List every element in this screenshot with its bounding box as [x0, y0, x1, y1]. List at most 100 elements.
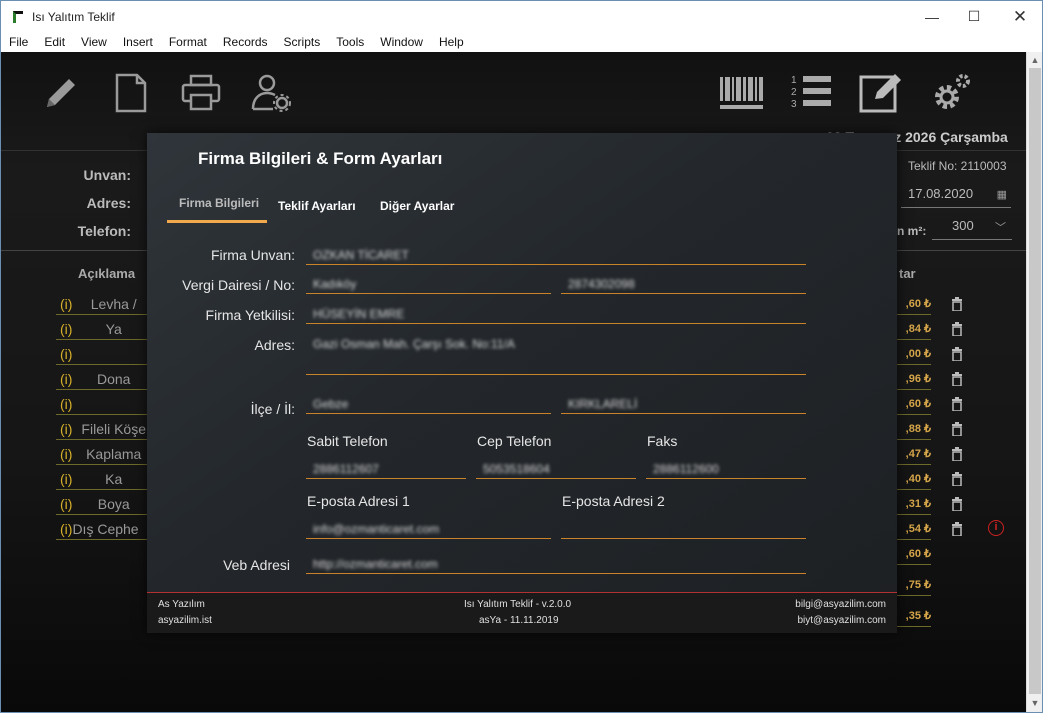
trash-icon[interactable]: [950, 322, 964, 336]
m2-label: n m²:: [897, 224, 927, 238]
info-icon[interactable]: (i): [60, 521, 72, 537]
footer-date: asYa - 11.11.2019: [479, 615, 559, 626]
unvan-input[interactable]: OZKAN TİCARET: [306, 245, 806, 265]
yetkili-input[interactable]: HÜSEYİN EMRE: [306, 304, 806, 324]
printer-icon[interactable]: [171, 60, 231, 126]
col-aciklama: Açıklama: [78, 266, 136, 281]
numbered-list-icon[interactable]: 123: [781, 60, 841, 126]
info-icon[interactable]: (i): [60, 396, 72, 412]
list-item[interactable]: (i) Boya: [56, 493, 151, 515]
faks-label: Faks: [647, 433, 678, 449]
trash-icon[interactable]: [950, 497, 964, 511]
user-settings-icon[interactable]: [241, 60, 301, 126]
list-item[interactable]: (i) Levha /: [56, 293, 151, 315]
svg-text:3: 3: [791, 99, 797, 110]
list-item[interactable]: (i) Dış Cephe: [56, 518, 151, 540]
faks-input[interactable]: 2886112600: [646, 459, 806, 479]
footer-email-2[interactable]: biyt@asyazilim.com: [797, 615, 886, 626]
menu-view[interactable]: View: [73, 35, 115, 49]
eposta2-label: E-posta Adresi 2: [562, 493, 665, 509]
minimize-button[interactable]: —: [909, 1, 955, 32]
footer-website[interactable]: asyazilim.ist: [158, 615, 212, 626]
list-item[interactable]: (i): [56, 343, 151, 365]
eposta1-input[interactable]: info@ozmanticaret.com: [306, 519, 551, 539]
trash-icon[interactable]: [950, 422, 964, 436]
footer-version: Isı Yalıtım Teklif - v.2.0.0: [464, 599, 572, 610]
list-item[interactable]: (i) Kaplama: [56, 443, 151, 465]
cep-telefon-label: Cep Telefon: [477, 433, 552, 449]
web-input[interactable]: http://ozmanticaret.com: [306, 554, 806, 574]
total-cell: ,35 ₺: [891, 605, 931, 627]
date-field[interactable]: 17.08.2020 ▦: [901, 186, 1011, 208]
menu-scripts[interactable]: Scripts: [276, 35, 329, 49]
pencil-icon[interactable]: [31, 60, 91, 126]
menu-tools[interactable]: Tools: [328, 35, 372, 49]
trash-icon[interactable]: [950, 397, 964, 411]
info-icon[interactable]: (i): [60, 371, 72, 387]
price-cell: ,31 ₺: [891, 493, 931, 515]
m2-select[interactable]: 300 ﹀: [932, 218, 1012, 240]
tab-diger-ayarlar[interactable]: Diğer Ayarlar: [380, 199, 454, 213]
document-icon[interactable]: [101, 60, 161, 126]
menu-help[interactable]: Help: [431, 35, 472, 49]
menu-file[interactable]: File: [1, 35, 36, 49]
app-window: Isı Yalıtım Teklif — ☐ ✕ File Edit View …: [0, 0, 1043, 713]
trash-icon[interactable]: [950, 472, 964, 486]
trash-icon[interactable]: [950, 447, 964, 461]
list-item[interactable]: (i) Ka: [56, 468, 151, 490]
eposta1-label: E-posta Adresi 1: [307, 493, 410, 509]
calendar-icon[interactable]: ▦: [997, 188, 1007, 201]
menu-format[interactable]: Format: [161, 35, 215, 49]
info-icon[interactable]: (i): [60, 321, 72, 337]
trash-icon[interactable]: [950, 372, 964, 386]
menu-records[interactable]: Records: [215, 35, 276, 49]
info-icon[interactable]: (i): [60, 471, 72, 487]
unvan-label: Unvan:: [83, 167, 131, 183]
price-cell: ,96 ₺: [891, 368, 931, 390]
info-icon[interactable]: (i): [60, 446, 72, 462]
sabit-telefon-label: Sabit Telefon: [307, 433, 388, 449]
tab-teklif-ayarlari[interactable]: Teklif Ayarları: [278, 199, 356, 213]
trash-icon[interactable]: [950, 347, 964, 361]
footer-email-1[interactable]: bilgi@asyazilim.com: [795, 599, 886, 610]
maximize-button[interactable]: ☐: [951, 1, 997, 32]
list-item[interactable]: (i) Dona: [56, 368, 151, 390]
menu-edit[interactable]: Edit: [36, 35, 73, 49]
info-icon[interactable]: (i): [60, 296, 72, 312]
info-icon[interactable]: (i): [60, 346, 72, 362]
list-item[interactable]: (i) Ya: [56, 318, 151, 340]
trash-icon[interactable]: [950, 297, 964, 311]
list-item[interactable]: (i) Fileli Köşe: [56, 418, 151, 440]
close-button[interactable]: ✕: [997, 1, 1042, 32]
vertical-scrollbar[interactable]: ▲ ▼: [1026, 52, 1042, 712]
info-icon[interactable]: (i): [60, 496, 72, 512]
trash-icon[interactable]: [950, 522, 964, 536]
eposta2-input[interactable]: [561, 519, 806, 539]
edit-note-icon[interactable]: [851, 60, 911, 126]
info-icon[interactable]: (i): [60, 421, 72, 437]
list-item[interactable]: (i): [56, 393, 151, 415]
scroll-down-arrow[interactable]: ▼: [1029, 697, 1041, 709]
menu-window[interactable]: Window: [372, 35, 431, 49]
col-tutar: tar: [899, 266, 916, 281]
m2-value: 300: [952, 218, 974, 233]
gear-icon[interactable]: [921, 60, 981, 126]
scroll-up-arrow[interactable]: ▲: [1029, 54, 1041, 66]
barcode-icon[interactable]: [711, 60, 771, 126]
date-value: 17.08.2020: [908, 186, 974, 201]
adres-input[interactable]: Gazi Osman Mah. Çarşı Sok. No:11/A: [306, 334, 806, 375]
vergi-dairesi-input[interactable]: Kadıköy: [306, 274, 551, 294]
warning-icon[interactable]: i: [988, 520, 1004, 536]
vergi-label: Vergi Dairesi / No:: [182, 277, 295, 293]
tab-firma-bilgileri[interactable]: Firma Bilgileri: [179, 196, 259, 210]
il-input[interactable]: KIRKLARELİ: [561, 394, 806, 414]
svg-text:1: 1: [791, 75, 797, 86]
total-cell: ,75 ₺: [891, 574, 931, 596]
scrollbar-thumb[interactable]: [1029, 68, 1041, 694]
menu-insert[interactable]: Insert: [115, 35, 161, 49]
sabit-telefon-input[interactable]: 2886112607: [306, 459, 466, 479]
price-cell: ,00 ₺: [891, 343, 931, 365]
vergi-no-input[interactable]: 2874302098: [561, 274, 806, 294]
cep-telefon-input[interactable]: 5053518604: [476, 459, 636, 479]
ilce-input[interactable]: Gebze: [306, 394, 551, 414]
